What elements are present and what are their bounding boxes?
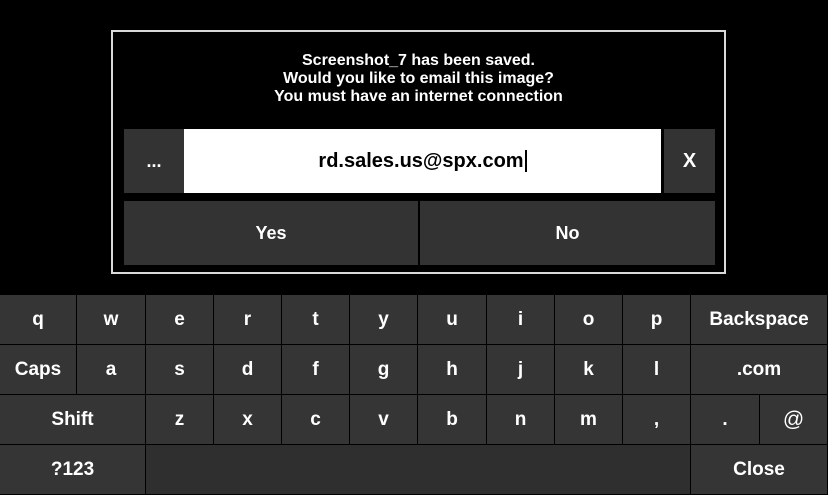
key-symbols[interactable]: ?123 (0, 445, 146, 495)
key-w[interactable]: w (77, 295, 146, 345)
key-t[interactable]: t (282, 295, 350, 345)
key-b[interactable]: b (418, 395, 487, 445)
key-l[interactable]: l (623, 345, 691, 395)
more-options-button[interactable]: ... (124, 129, 184, 193)
email-field[interactable]: rd.sales.us@spx.com (184, 129, 661, 193)
key-u[interactable]: u (418, 295, 487, 345)
key-g[interactable]: g (350, 345, 418, 395)
key-i[interactable]: i (487, 295, 555, 345)
key-s[interactable]: s (146, 345, 214, 395)
key-space[interactable] (146, 445, 691, 495)
yes-button[interactable]: Yes (124, 201, 418, 265)
key-n[interactable]: n (487, 395, 555, 445)
key-e[interactable]: e (146, 295, 214, 345)
key-a[interactable]: a (77, 345, 146, 395)
message-line-3: You must have an internet connection (274, 88, 563, 105)
message-line-1: Screenshot_7 has been saved. (302, 52, 535, 69)
dialog-message: Screenshot_7 has been saved. Would you l… (113, 52, 724, 106)
key-at[interactable]: @ (760, 395, 828, 445)
key-o[interactable]: o (555, 295, 623, 345)
email-value: rd.sales.us@spx.com (318, 149, 524, 172)
key-backspace[interactable]: Backspace (691, 295, 828, 345)
no-button[interactable]: No (420, 201, 715, 265)
key-y[interactable]: y (350, 295, 418, 345)
key-dotcom[interactable]: .com (691, 345, 828, 395)
key-v[interactable]: v (350, 395, 418, 445)
key-j[interactable]: j (487, 345, 555, 395)
key-k[interactable]: k (555, 345, 623, 395)
key-f[interactable]: f (282, 345, 350, 395)
email-dialog: Screenshot_7 has been saved. Would you l… (111, 30, 726, 274)
key-shift[interactable]: Shift (0, 395, 146, 445)
key-c[interactable]: c (282, 395, 350, 445)
key-x[interactable]: x (214, 395, 282, 445)
key-comma[interactable]: , (623, 395, 691, 445)
key-period[interactable]: . (691, 395, 760, 445)
text-caret (524, 150, 527, 172)
key-r[interactable]: r (214, 295, 282, 345)
clear-button[interactable]: X (664, 129, 715, 193)
key-p[interactable]: p (623, 295, 691, 345)
key-close[interactable]: Close (691, 445, 828, 495)
key-m[interactable]: m (555, 395, 623, 445)
key-d[interactable]: d (214, 345, 282, 395)
message-line-2: Would you like to email this image? (283, 70, 554, 87)
key-z[interactable]: z (146, 395, 214, 445)
on-screen-keyboard: q w e r t y u i o p Backspace Caps a s d… (0, 295, 828, 495)
key-h[interactable]: h (418, 345, 487, 395)
key-caps[interactable]: Caps (0, 345, 77, 395)
key-q[interactable]: q (0, 295, 77, 345)
